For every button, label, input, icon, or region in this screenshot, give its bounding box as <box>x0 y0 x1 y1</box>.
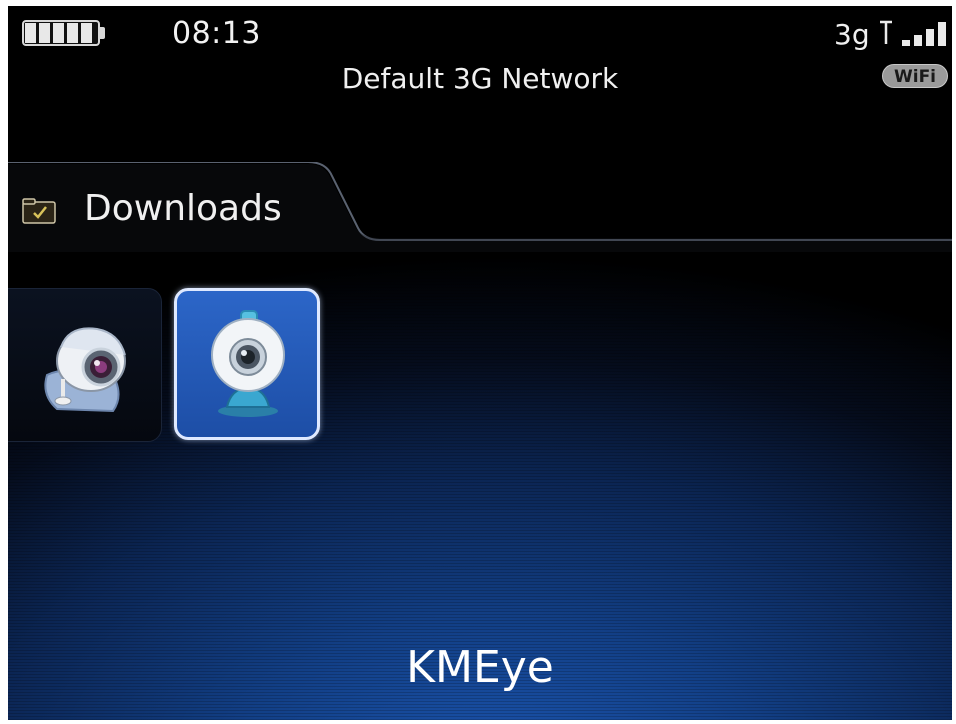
signal-bar <box>902 40 910 46</box>
signal-bar <box>914 35 922 46</box>
webcam-app-icon <box>44 327 126 413</box>
folder-icon[interactable] <box>22 196 56 224</box>
app-tile-webcam[interactable] <box>8 288 162 442</box>
signal-bar <box>938 22 946 46</box>
signal-bar <box>926 29 934 46</box>
battery-icon <box>22 20 105 46</box>
app-tile-kmeye[interactable] <box>174 288 320 440</box>
kmeye-webcam-icon <box>211 310 285 417</box>
selected-app-caption: KMEye <box>406 642 554 693</box>
home-screen: 08:13 Default 3G Network 3g WiFi Downloa… <box>8 6 952 720</box>
signal-strength-icon <box>880 20 946 46</box>
clock: 08:13 <box>172 16 261 51</box>
network-type: 3g <box>834 18 870 51</box>
wifi-badge: WiFi <box>882 64 948 88</box>
folder-title[interactable]: Downloads <box>84 188 282 229</box>
network-name: Default 3G Network <box>341 62 619 95</box>
